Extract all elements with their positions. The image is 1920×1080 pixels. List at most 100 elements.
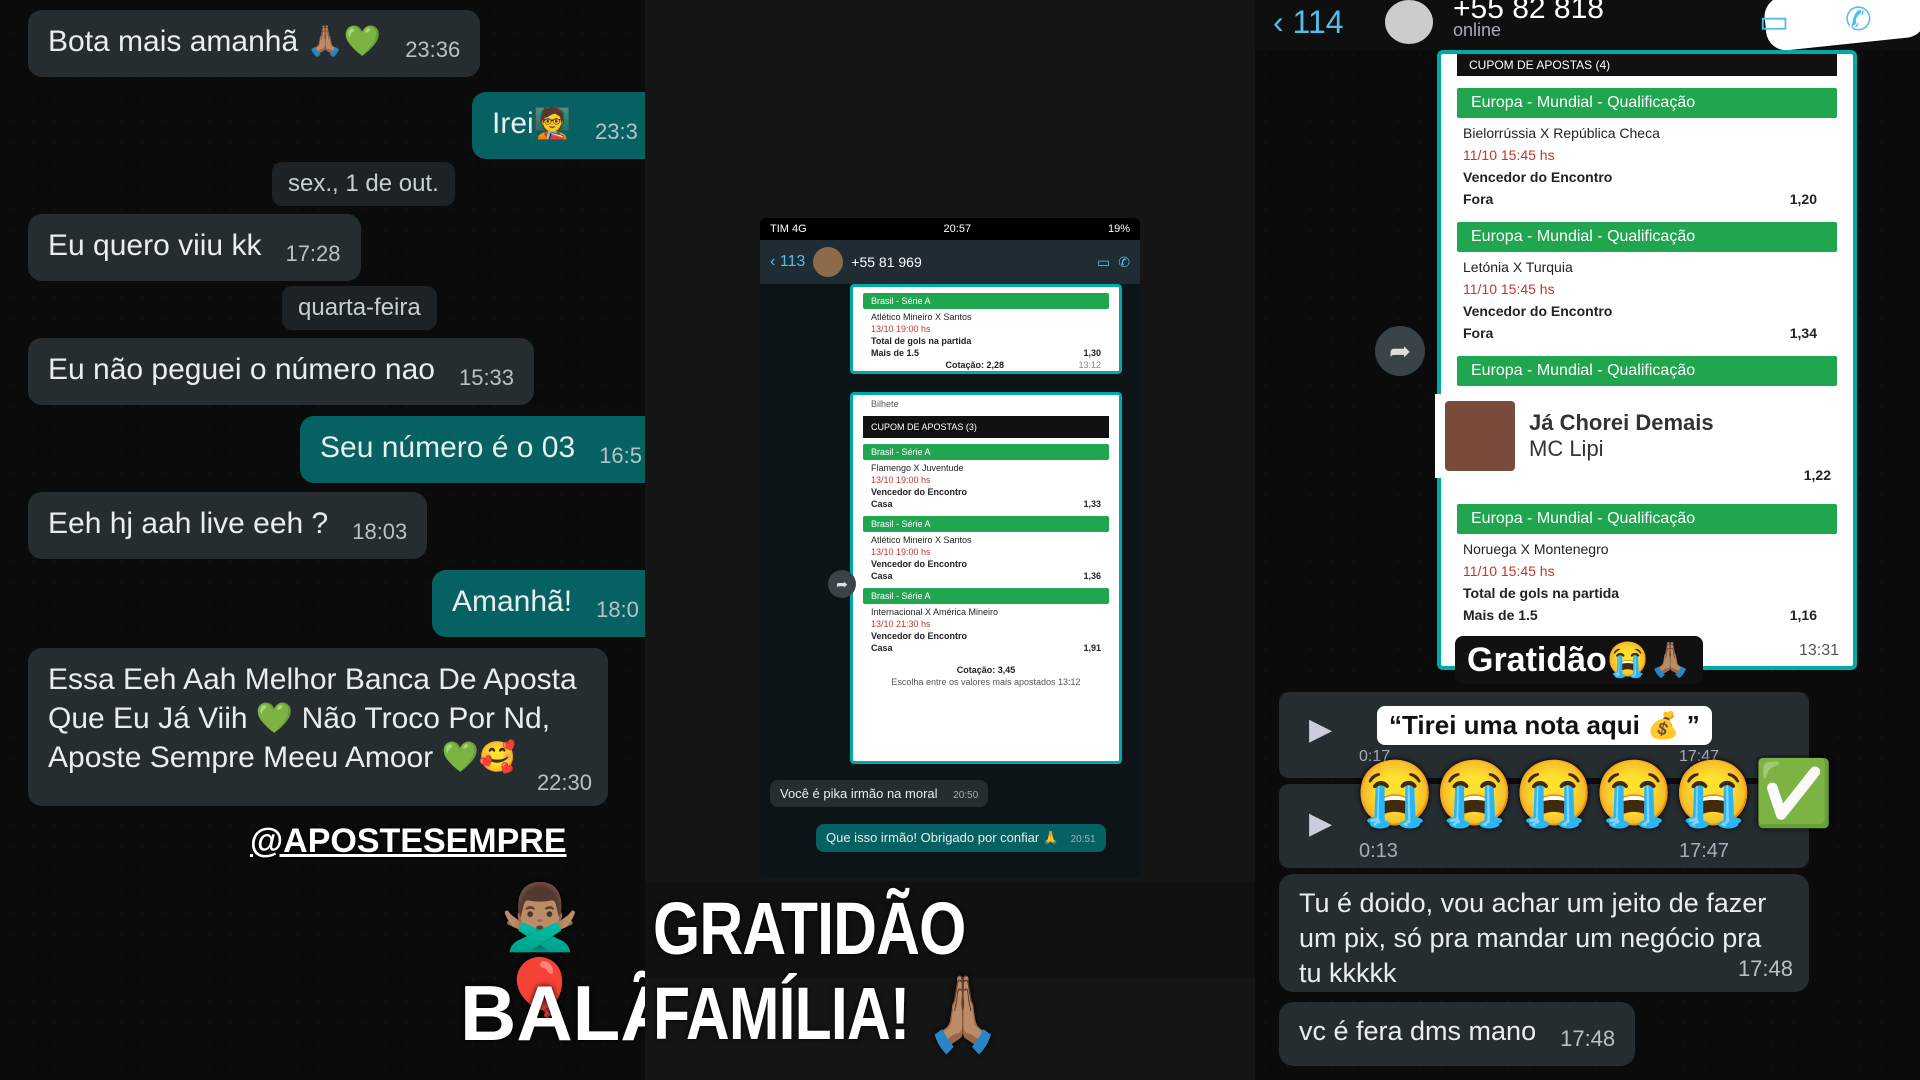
instagram-handle[interactable]: @APOSTESEMPRE (250, 822, 567, 861)
song-title: Já Chorei Demais (1529, 410, 1714, 435)
music-sticker[interactable]: Já Chorei Demais MC Lipi (1435, 394, 1755, 478)
bet-item: Europa - Mundial - Qualificação Letónia … (1441, 222, 1853, 344)
contact-name[interactable]: +55 81 969 (851, 254, 921, 270)
match-text: Letónia X Turquia (1463, 259, 1573, 275)
message-text: Você é pika irmão na moral (780, 786, 938, 801)
coupon-title: CUPOM DE APOSTAS (4) (1457, 54, 1837, 76)
quote-sticker: “Tirei uma nota aqui 💰 ” (1377, 706, 1712, 745)
date-text: 13/10 19:00 hs (871, 475, 931, 485)
message-time: 20:50 (953, 790, 979, 801)
message-text: Que isso irmão! Obrigado por confiar 🙏 (826, 830, 1059, 845)
bet-item: Brasil - Série A Internacional X América… (853, 588, 1119, 654)
league-bar: Europa - Mundial - Qualificação (1457, 88, 1837, 118)
play-icon[interactable]: ▶ (1309, 712, 1332, 747)
back-button[interactable]: ‹ 113 (770, 253, 805, 271)
overlay-text: BALÃ (460, 969, 645, 1057)
message-time: 23:36 (405, 37, 461, 62)
message-time: 16:5 (599, 443, 643, 468)
league-bar: Brasil - Série A (863, 588, 1109, 604)
caption-banner: GRATIDÃO FAMÍLIA! 🙏🏽 (645, 882, 1255, 1055)
message-bubble: Essa Eeh Aah Melhor Banca De Aposta Que … (28, 648, 608, 806)
message-text: Eu não peguei o número nao (48, 353, 435, 386)
message-time: 13:31 (1798, 642, 1839, 659)
total-odds: Cotação: 2,28 13:12 (945, 360, 1101, 370)
bet-item: Brasil - Série A Flamengo X Juventude 13… (853, 444, 1119, 510)
back-button[interactable]: ‹ 114 (1273, 4, 1344, 41)
message-time: 15:33 (458, 365, 515, 390)
message-bubble: Eu quero viiu kk 17:28 (28, 214, 361, 281)
coupon-card: CUPOM DE APOSTAS (4) Europa - Mundial - … (1437, 50, 1857, 670)
play-icon[interactable]: ▶ (1309, 806, 1332, 841)
league-bar: Europa - Mundial - Qualificação (1457, 356, 1837, 386)
album-art (1445, 401, 1515, 471)
video-call-icon[interactable]: ▭ (1097, 254, 1110, 271)
message-bubble: Eu não peguei o número nao 15:33 (28, 338, 535, 405)
message-text: Essa Eeh Aah Melhor Banca De Aposta Que … (48, 663, 577, 774)
market-text: Vencedor do Encontro (871, 487, 968, 497)
phone-icon[interactable]: ✆ (1118, 254, 1130, 271)
message-bubble: Eeh hj aah live eeh ? 18:03 (28, 492, 428, 559)
bet-item: Europa - Mundial - Qualificação Bielorrú… (1441, 88, 1853, 210)
forward-icon[interactable]: ➦ (828, 570, 856, 598)
carrier-text: TIM 4G (770, 223, 807, 235)
match-text: Flamengo X Juventude (871, 463, 964, 473)
message-time: 20:51 (1070, 834, 1096, 845)
message-bubble: Amanhã! 18:0 (432, 570, 645, 637)
message-text: Bota mais amanhã 🙏🏽💚 (48, 25, 382, 58)
video-call-icon[interactable]: ▭ (1759, 2, 1789, 40)
league-bar: Brasil - Série A (863, 516, 1109, 532)
date-text: 13/10 19:00 hs (871, 324, 931, 334)
unread-count: 113 (779, 253, 806, 270)
league-bar: Brasil - Série A (863, 444, 1109, 460)
pick-text: Mais de 1.5 1,30 (871, 348, 1101, 358)
match-text: Noruega X Montenegro (1463, 541, 1609, 557)
message-time: 17:48 (1560, 1026, 1616, 1051)
audio-duration: 0:13 (1359, 840, 1398, 862)
date-text: 13/10 21:30 hs (871, 619, 931, 629)
right-chat-panel: ‹ 114 +55 82 818 online ▭ ✆ CUPOM DE APO… (1255, 0, 1920, 1080)
coupon-title: CUPOM DE APOSTAS (3) (863, 416, 1109, 438)
phone-icon[interactable]: ✆ (1845, 0, 1872, 38)
message-bubble: Você é pika irmão na moral 20:50 (770, 780, 989, 807)
market-text: Vencedor do Encontro (1463, 303, 1613, 319)
gratidao-sticker: Gratidão😭🙏🏽 (1455, 636, 1704, 684)
message-text: Tu é doido, vou achar um jeito de fazer … (1299, 888, 1767, 989)
message-bubble: Tu é doido, vou achar um jeito de fazer … (1279, 874, 1809, 992)
chat-header: ‹ 113 +55 81 969 ▭ ✆ (760, 240, 1140, 284)
match-text: Bielorrússia X República Checa (1463, 125, 1660, 141)
clock-text: 20:57 (943, 223, 972, 235)
message-text: Amanhã! (452, 585, 573, 618)
date-text: 11/10 15:45 hs (1463, 147, 1555, 163)
coupon-card: Bilhete CUPOM DE APOSTAS (3) Brasil - Sé… (850, 392, 1122, 764)
league-bar: Europa - Mundial - Qualificação (1457, 504, 1837, 534)
message-time: 17:28 (285, 241, 341, 266)
market-text: Total de gols na partida (1463, 585, 1620, 601)
league-bar: Brasil - Série A (863, 293, 1109, 309)
coupon-footer: Escolha entre os valores mais apostados … (891, 677, 1081, 687)
emoji-row: 😭😭😭😭😭✅ (1355, 757, 1834, 829)
avatar[interactable] (813, 247, 844, 277)
date-text: 13/10 19:00 hs (871, 547, 931, 557)
odd-text: 1,22 (1803, 467, 1831, 483)
pick-text: Casa 1,36 (871, 571, 1101, 581)
coupon-card-top: Brasil - Série A Atlético Mineiro X Sant… (850, 284, 1122, 374)
date-text: 11/10 15:45 hs (1463, 563, 1555, 579)
match-text: Internacional X América Mineiro (871, 607, 999, 617)
pick-text: Fora 1,20 (1463, 191, 1817, 207)
message-bubble: Bota mais amanhã 🙏🏽💚 23:36 (28, 10, 481, 77)
avatar[interactable] (1385, 0, 1433, 44)
bet-item: Brasil - Série A Atlético Mineiro X Sant… (853, 516, 1119, 582)
message-time: 22:30 (536, 770, 592, 796)
pick-text: Mais de 1.5 1,16 (1463, 607, 1817, 623)
market-text: Vencedor do Encontro (871, 631, 968, 641)
middle-panel: TIM 4G 20:57 19% ‹ 113 +55 81 969 ▭ ✆ Br… (645, 0, 1255, 1080)
forward-icon[interactable]: ➦ (1375, 326, 1425, 376)
story-collage: Bota mais amanhã 🙏🏽💚 23:36 Irei🧑‍🏫 23:3 se… (0, 0, 1920, 1080)
league-bar: Europa - Mundial - Qualificação (1457, 222, 1837, 252)
date-chip: sex., 1 de out. (272, 162, 455, 206)
phone-screenshot: TIM 4G 20:57 19% ‹ 113 +55 81 969 ▭ ✆ Br… (760, 218, 1140, 878)
date-chip: quarta-feira (282, 286, 437, 330)
audio-time: 17:47 (1679, 840, 1730, 862)
pick-text: Casa 1,33 (871, 499, 1101, 509)
match-text: Atlético Mineiro X Santos (871, 312, 972, 322)
